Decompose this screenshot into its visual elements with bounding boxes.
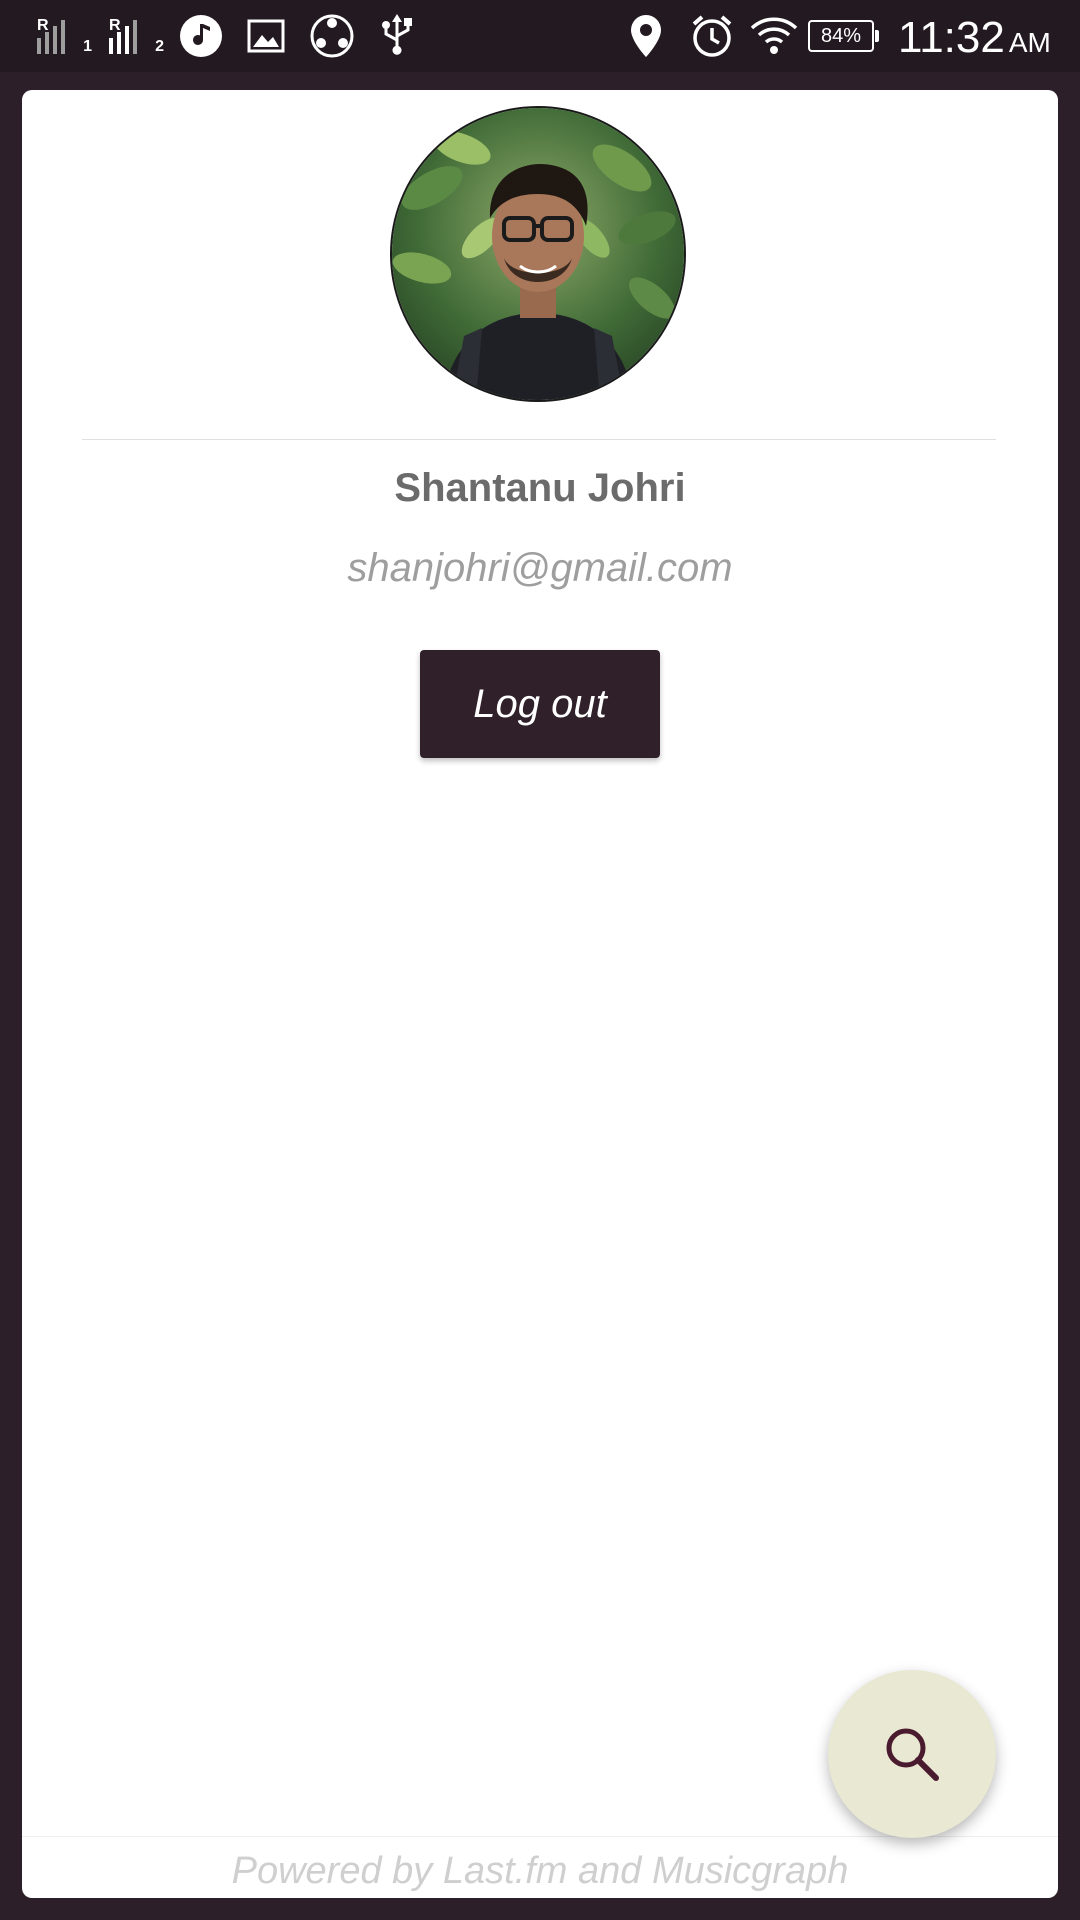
- user-name: Shantanu Johri: [394, 466, 686, 510]
- search-icon: [886, 1728, 939, 1781]
- alarm-icon: [688, 12, 736, 60]
- usb-icon: [376, 12, 418, 60]
- profile-card: Shantanu Johri shanjohri@gmail.com Log o…: [22, 90, 1058, 1898]
- footer-credit: Powered by Last.fm and Musicgraph: [231, 1850, 849, 1892]
- battery-percent: 84%: [820, 25, 862, 47]
- wifi-icon: [748, 12, 800, 60]
- clock-time: 11:32: [898, 13, 1005, 62]
- signal-sim1-icon: R 1: [32, 12, 92, 60]
- avatar: [390, 106, 686, 402]
- svg-text:R: R: [37, 17, 49, 34]
- clock-ampm: AM: [1008, 27, 1051, 58]
- search-fab[interactable]: [828, 1670, 996, 1838]
- battery-icon: 84%: [808, 20, 879, 52]
- sim2-label: 2: [155, 38, 164, 55]
- location-icon: [626, 12, 666, 60]
- status-bar: R 1 R 2 84% 11:32 AM: [0, 0, 1080, 72]
- sim1-label: 1: [83, 38, 92, 55]
- logout-button[interactable]: Log out: [420, 650, 660, 758]
- music-icon: [178, 12, 224, 60]
- svg-text:R: R: [109, 17, 121, 34]
- gallery-icon: [244, 12, 288, 60]
- share-it-icon: [308, 12, 356, 60]
- divider: [82, 439, 996, 440]
- user-email: shanjohri@gmail.com: [347, 546, 733, 590]
- avatar-photo: [392, 108, 684, 400]
- status-clock: 11:32 AM: [898, 8, 1051, 64]
- signal-sim2-icon: R 2: [104, 12, 164, 60]
